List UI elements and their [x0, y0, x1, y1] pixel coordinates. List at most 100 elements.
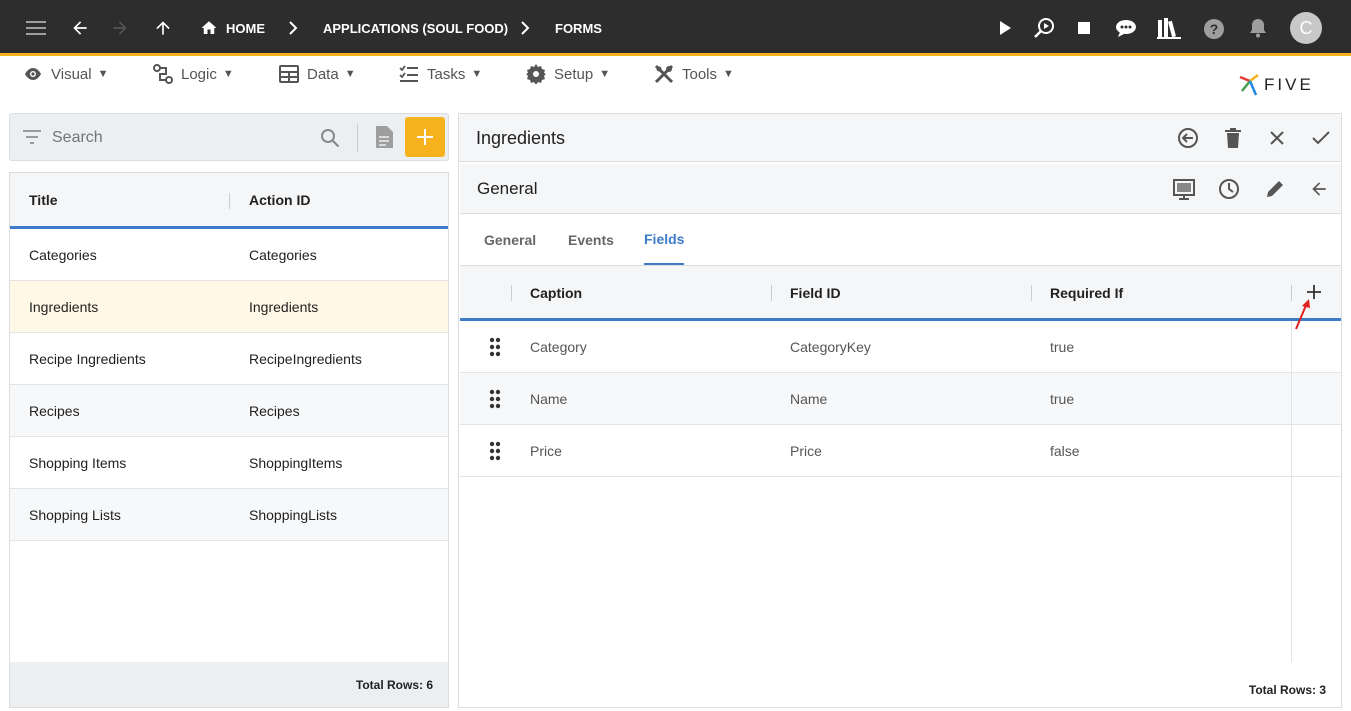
menu-tasks-label: Tasks	[427, 65, 466, 83]
list-row[interactable]: Shopping Items ShoppingItems	[10, 437, 448, 489]
menu-data[interactable]: Data ▼	[279, 61, 356, 87]
column-divider	[229, 193, 230, 209]
breadcrumb-home[interactable]: HOME	[226, 0, 265, 56]
debug-search-icon[interactable]	[1031, 15, 1057, 41]
record-panel: Ingredients General General Events Field…	[458, 113, 1342, 708]
menu-visual[interactable]: Visual ▼	[23, 61, 108, 87]
chat-assistant-icon[interactable]	[1113, 16, 1139, 40]
row-action-id: Recipes	[249, 403, 300, 419]
chevron-right-icon	[521, 21, 530, 35]
row-title: Shopping Lists	[29, 507, 121, 523]
cell-caption: Price	[530, 443, 562, 459]
home-icon[interactable]	[199, 18, 219, 38]
list-row-selected[interactable]: Ingredients Ingredients	[10, 281, 448, 333]
plus-icon	[417, 129, 433, 145]
menu-visual-label: Visual	[51, 65, 92, 83]
tab-events[interactable]: Events	[568, 215, 614, 265]
gear-icon	[526, 64, 546, 84]
menu-tools-label: Tools	[682, 65, 718, 83]
column-divider	[771, 285, 772, 301]
tab-fields[interactable]: Fields	[644, 215, 685, 265]
screen-preview-icon[interactable]	[1171, 177, 1197, 203]
breadcrumb-forms[interactable]: FORMS	[555, 0, 602, 56]
five-logo-text: FIVE	[1264, 75, 1314, 94]
section-title: General	[477, 179, 538, 198]
menu-tools[interactable]: Tools ▼	[654, 61, 734, 87]
eye-icon	[25, 68, 41, 80]
table-row[interactable]: Category CategoryKey true	[460, 321, 1341, 373]
notifications-bell-icon[interactable]	[1247, 17, 1269, 39]
close-icon[interactable]	[1265, 126, 1289, 150]
row-title: Categories	[29, 247, 97, 263]
list-total-rows: Total Rows: 6	[10, 662, 448, 707]
cell-field-id: CategoryKey	[790, 339, 871, 355]
table-row[interactable]: Name Name true	[460, 373, 1341, 425]
cell-required-if: false	[1050, 443, 1080, 459]
history-clock-icon[interactable]	[1217, 177, 1241, 201]
tab-general[interactable]: General	[484, 215, 536, 265]
search-icon[interactable]	[320, 128, 340, 148]
drag-handle-icon[interactable]	[489, 389, 501, 409]
top-bar: HOME APPLICATIONS (SOUL FOOD) FORMS ? C	[0, 0, 1351, 56]
row-title: Recipes	[29, 403, 80, 419]
section-header: General	[460, 164, 1341, 214]
menu-tasks[interactable]: Tasks ▼	[399, 61, 482, 87]
forward-arrow-icon[interactable]	[108, 16, 132, 40]
row-title: Ingredients	[29, 299, 99, 315]
column-header-caption[interactable]: Caption	[530, 266, 582, 319]
search-input[interactable]	[52, 124, 312, 152]
list-row[interactable]: Recipe Ingredients RecipeIngredients	[10, 333, 448, 385]
chevron-right-icon	[289, 21, 298, 35]
list-row[interactable]: Categories Categories	[10, 229, 448, 281]
table-grid-icon	[279, 65, 299, 83]
row-action-id: Categories	[249, 247, 317, 263]
cell-required-if: true	[1050, 339, 1075, 355]
menu-setup[interactable]: Setup ▼	[526, 61, 610, 87]
cell-required-if: true	[1050, 391, 1075, 407]
help-icon[interactable]: ?	[1202, 17, 1226, 41]
save-checkmark-icon[interactable]	[1309, 126, 1333, 150]
column-header-action-id[interactable]: Action ID	[249, 173, 310, 226]
cell-field-id: Price	[790, 443, 822, 459]
actions-column-divider	[1291, 321, 1292, 662]
table-total-rows: Total Rows: 3	[1248, 683, 1326, 697]
stop-icon[interactable]	[1073, 17, 1095, 39]
breadcrumb-application[interactable]: APPLICATIONS (SOUL FOOD)	[323, 0, 508, 56]
user-avatar[interactable]: C	[1290, 12, 1322, 44]
run-play-icon[interactable]	[994, 17, 1016, 39]
add-record-button[interactable]	[405, 117, 445, 157]
row-action-id: ShoppingItems	[249, 455, 343, 471]
document-icon[interactable]	[374, 125, 394, 149]
list-header: Title Action ID	[10, 173, 448, 229]
menu-setup-label: Setup	[554, 65, 594, 83]
column-header-required-if[interactable]: Required If	[1050, 266, 1123, 319]
tools-wrench-icon	[654, 64, 674, 84]
delete-trash-icon[interactable]	[1221, 126, 1245, 150]
five-logo-mark-icon	[1239, 74, 1259, 96]
hamburger-menu-icon[interactable]	[24, 18, 48, 38]
drag-handle-icon[interactable]	[489, 441, 501, 461]
list-row[interactable]: Shopping Lists ShoppingLists	[10, 489, 448, 541]
table-row[interactable]: Price Price false	[460, 425, 1341, 477]
menu-logic-label: Logic	[181, 65, 217, 83]
filter-icon[interactable]	[22, 130, 42, 144]
column-header-title[interactable]: Title	[29, 173, 58, 226]
record-header: Ingredients	[459, 114, 1341, 162]
revert-history-icon[interactable]	[1176, 126, 1200, 150]
column-header-field-id[interactable]: Field ID	[790, 266, 841, 319]
menu-data-label: Data	[307, 65, 339, 83]
back-arrow-icon[interactable]	[68, 16, 92, 40]
up-arrow-icon[interactable]	[151, 16, 175, 40]
menu-logic[interactable]: Logic ▼	[153, 61, 234, 87]
cell-caption: Name	[530, 391, 568, 407]
checklist-icon	[399, 65, 418, 82]
logic-flow-icon	[153, 64, 173, 84]
drag-handle-icon[interactable]	[489, 337, 501, 357]
library-books-icon[interactable]	[1156, 16, 1182, 40]
back-arrow-icon[interactable]	[1307, 177, 1331, 201]
row-title: Recipe Ingredients	[29, 351, 146, 367]
list-row[interactable]: Recipes Recipes	[10, 385, 448, 437]
edit-pencil-icon[interactable]	[1263, 177, 1287, 201]
cell-caption: Category	[530, 339, 587, 355]
fields-table-header: Caption Field ID Required If	[460, 265, 1341, 321]
